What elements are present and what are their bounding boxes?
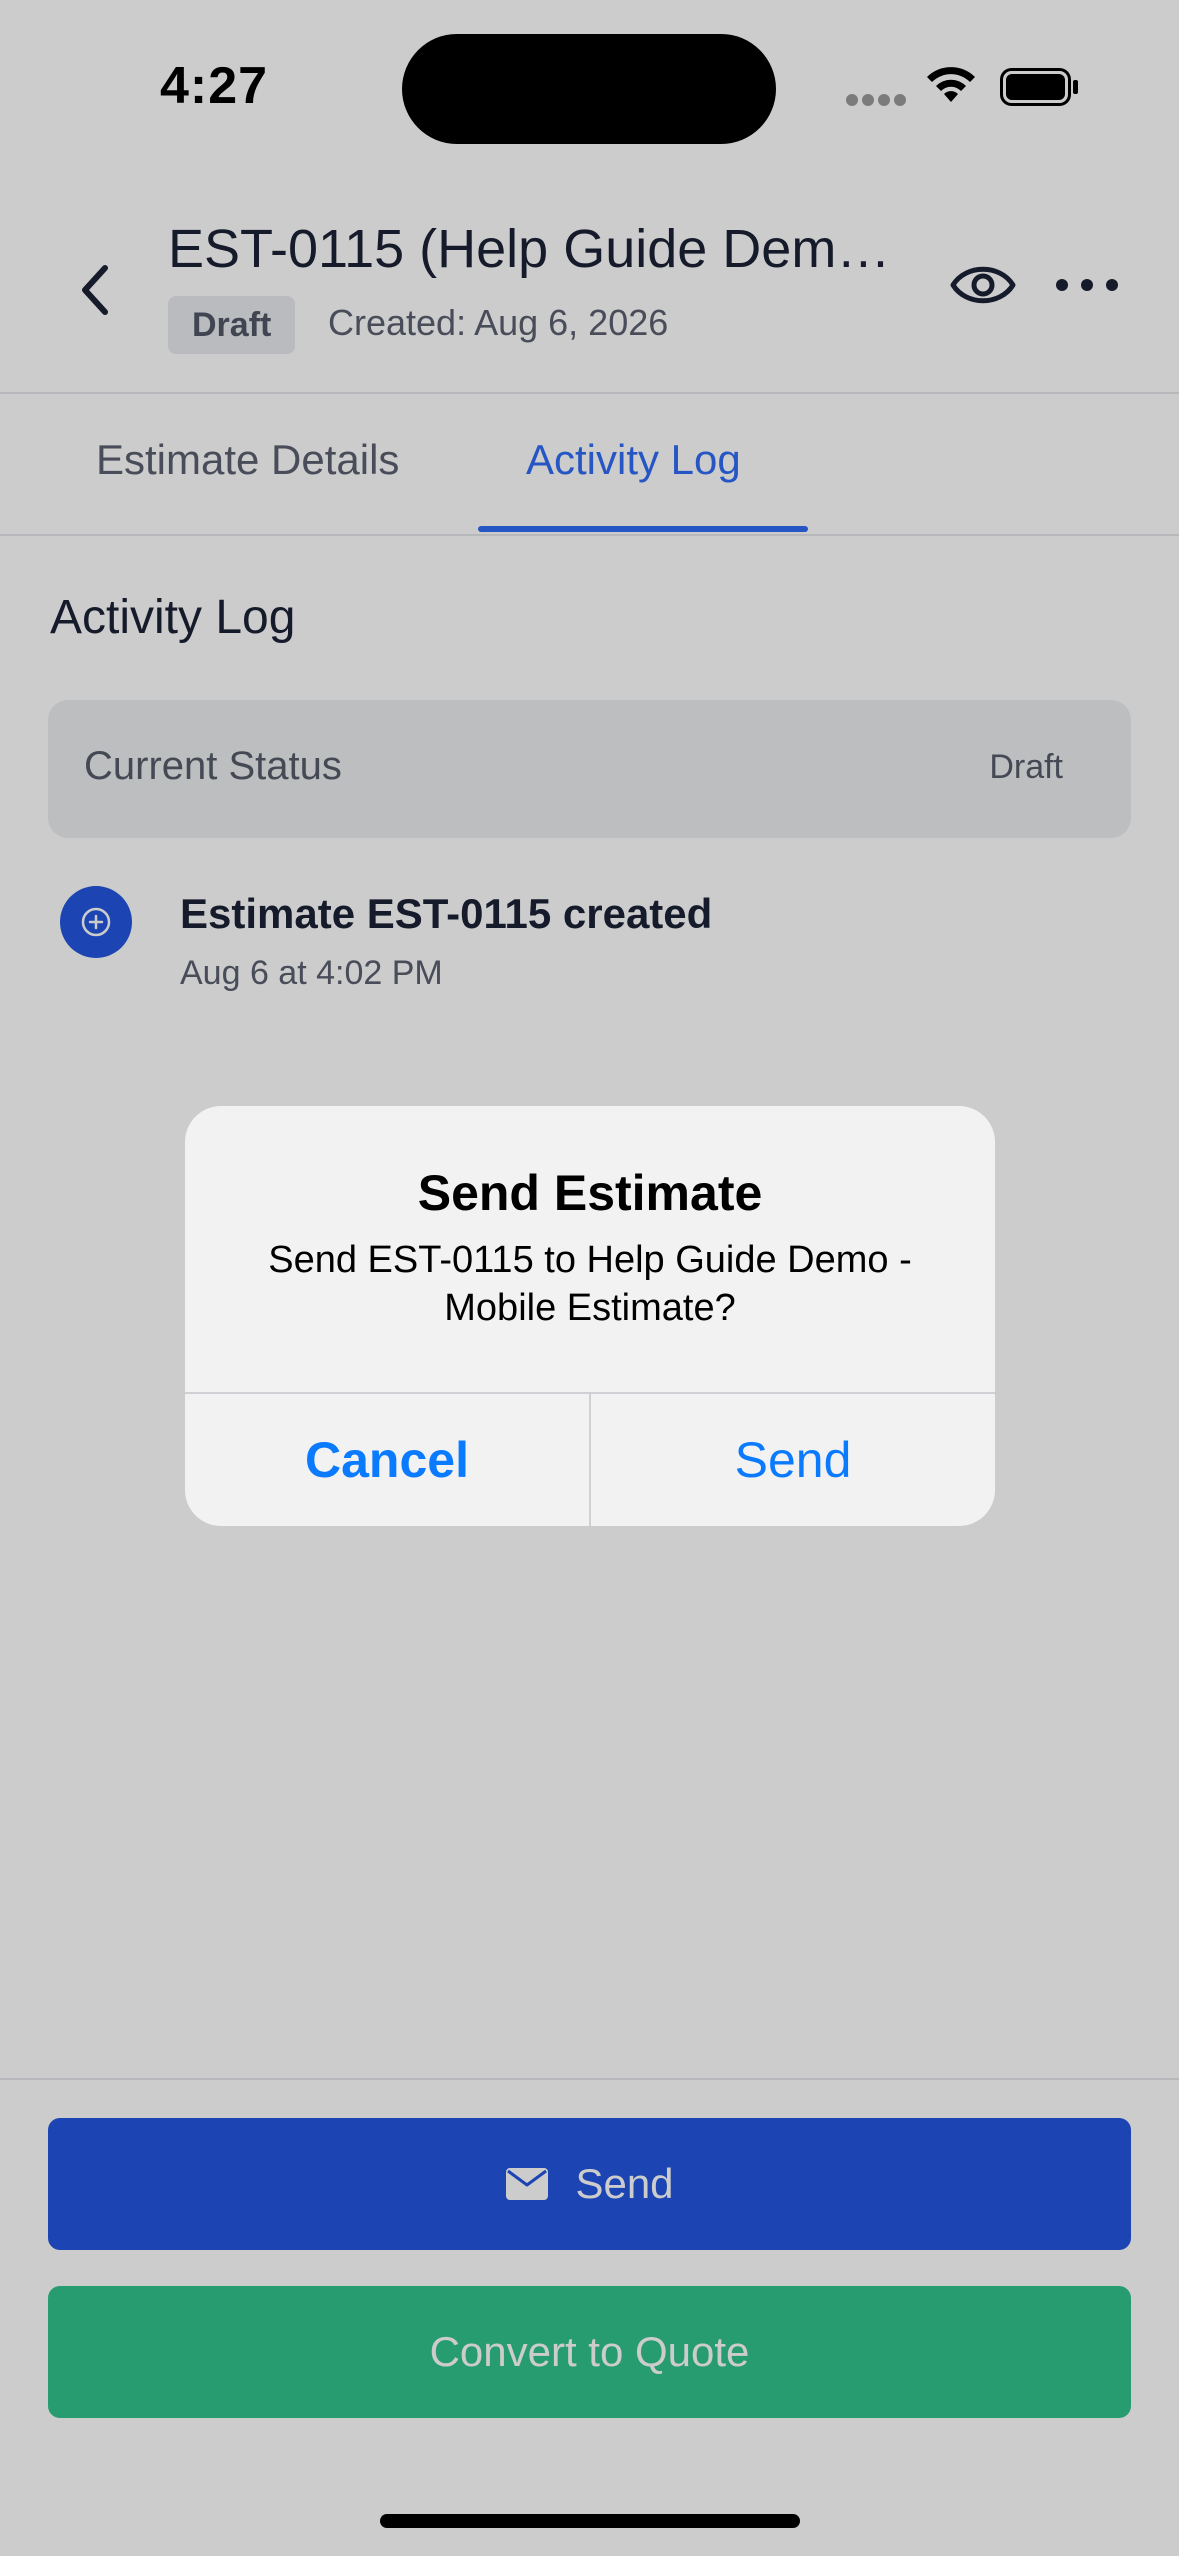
dialog-message: Send EST-0115 to Help Guide Demo - Mobil… [268, 1239, 912, 1329]
send-estimate-dialog: Send Estimate Send EST-0115 to Help Guid… [185, 1106, 995, 1526]
dialog-cancel-button[interactable]: Cancel [185, 1394, 589, 1526]
dialog-title: Send Estimate [417, 1165, 763, 1221]
dialog-send-button[interactable]: Send [591, 1394, 995, 1526]
estimate-screen: 4:27 EST-0115 (Help Guide Demo… Draft Cr… [0, 0, 1179, 2556]
